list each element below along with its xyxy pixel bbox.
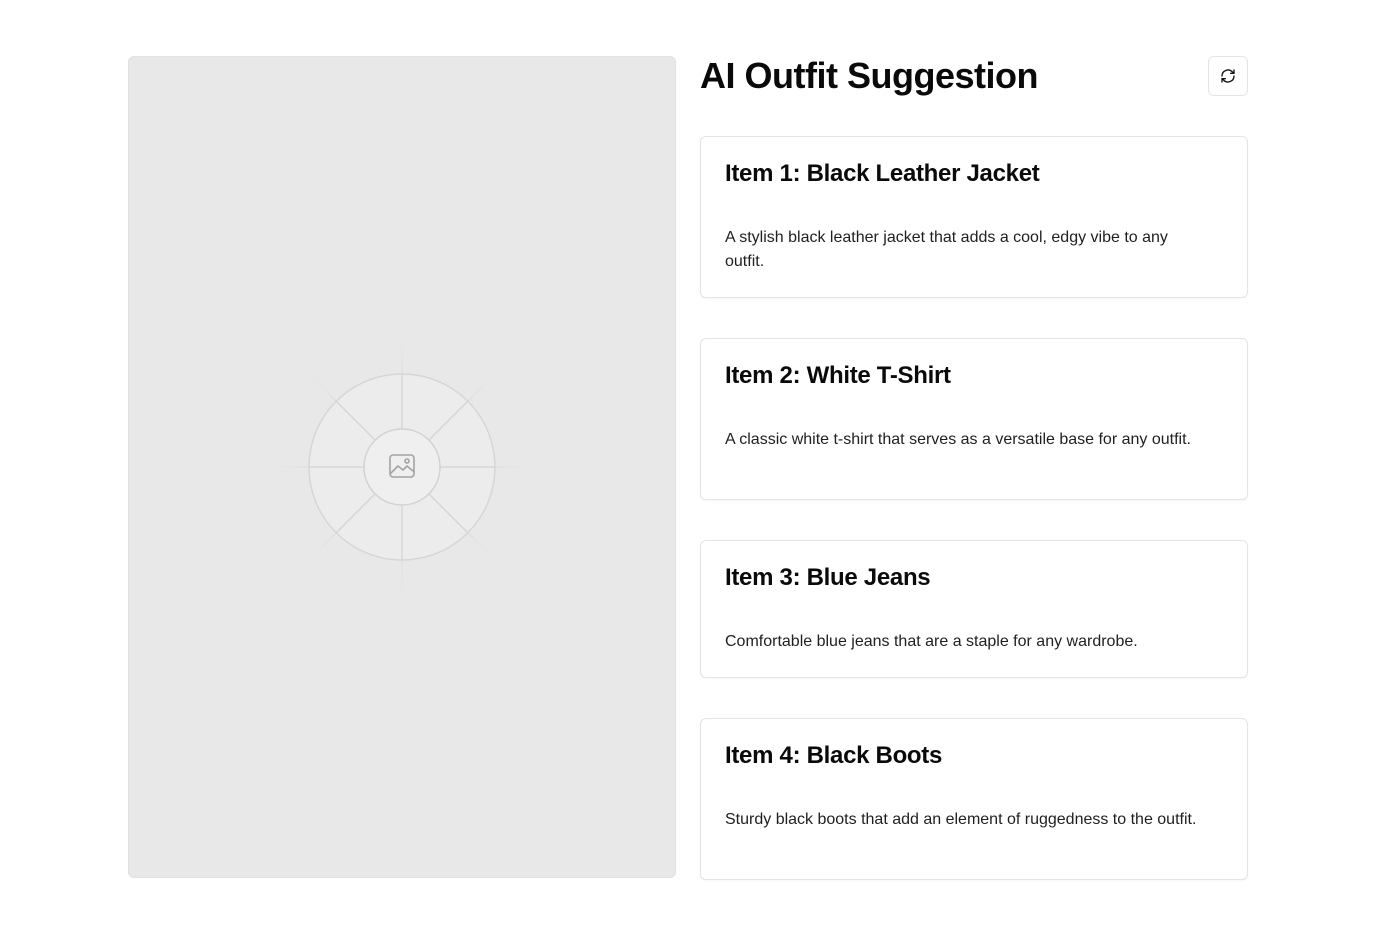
item-title: Item 2: White T-Shirt xyxy=(725,362,951,389)
page: AI Outfit Suggestion Item 1: Black Leath… xyxy=(0,0,1376,936)
outfit-item-card: Item 3: Blue Jeans Comfortable blue jean… xyxy=(700,540,1248,678)
item-title: Item 4: Black Boots xyxy=(725,742,943,769)
outfit-item-card: Item 2: White T-Shirt A classic white t-… xyxy=(700,338,1248,500)
item-description: Sturdy black boots that add an element o… xyxy=(725,811,1197,828)
outfit-image-placeholder xyxy=(128,56,676,878)
refresh-icon xyxy=(1221,69,1235,83)
page-title: AI Outfit Suggestion xyxy=(700,55,1038,96)
refresh-button[interactable] xyxy=(1208,56,1248,96)
item-title: Item 3: Blue Jeans xyxy=(725,564,931,591)
outfit-item-card: Item 1: Black Leather Jacket A stylish b… xyxy=(700,136,1248,298)
image-placeholder-icon xyxy=(271,336,533,598)
outfit-item-card: Item 4: Black Boots Sturdy black boots t… xyxy=(700,718,1248,880)
item-description: A classic white t-shirt that serves as a… xyxy=(725,431,1191,448)
item-title: Item 1: Black Leather Jacket xyxy=(725,160,1040,187)
item-description: Comfortable blue jeans that are a staple… xyxy=(725,633,1138,650)
item-description: A stylish black leather jacket that adds… xyxy=(725,229,1168,270)
